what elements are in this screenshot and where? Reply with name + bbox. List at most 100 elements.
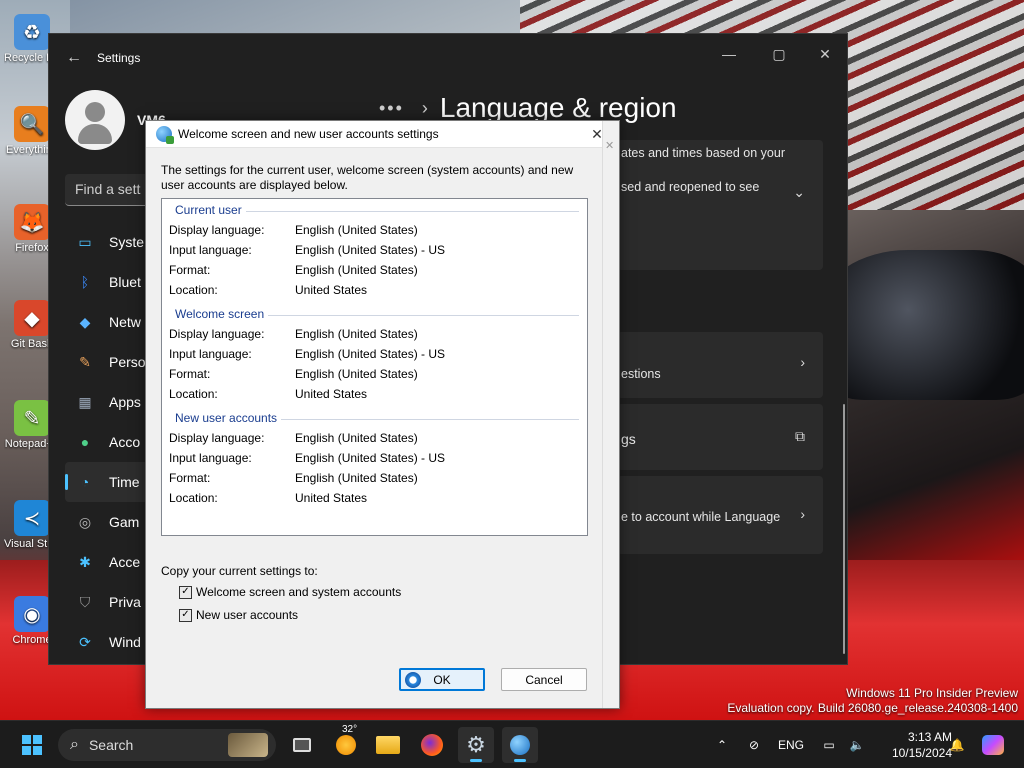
task-view-button[interactable] [284,727,320,763]
scrollbar[interactable] [843,404,845,654]
display-network-icon: ▭ [823,738,835,752]
setting-value: United States [295,387,368,401]
sidebar-item-label: Time [109,474,140,490]
setting-value: English (United States) - US [295,243,446,257]
file-explorer-button[interactable] [370,727,406,763]
checkbox-check-icon[interactable]: ✓ [179,585,192,599]
setting-key: Location: [169,283,218,297]
gear-icon: ⚙ [466,732,486,757]
sidebar-item-label: Apps [109,394,141,410]
time-language-icon: ◔ [80,474,90,490]
network-disconnected-icon: ⊘ [748,738,760,752]
network-status-button[interactable]: ⊘ [740,721,768,768]
dialog-title: Welcome screen and new user accounts set… [178,127,439,141]
network-icon: ◆ [79,313,91,330]
taskbar-search[interactable]: ⌕ Search [58,729,276,761]
chevron-right-icon: › [800,506,805,522]
setting-key: Format: [169,367,211,381]
chevron-right-icon: › [800,354,805,370]
input-language-button[interactable]: ENG [774,721,808,768]
search-label: Search [88,737,134,753]
settings-app-button[interactable]: ⚙ [458,727,494,763]
language-indicator: ENG [777,738,804,752]
maximize-button[interactable]: ▢ [759,40,799,68]
group-divider [246,315,579,316]
setting-key: Format: [169,471,211,485]
sidebar-item-label: Syste [109,234,145,250]
background-dialog-edge: ✕ [602,121,619,708]
dialog-titlebar: Welcome screen and new user accounts set… [146,121,619,148]
settings-summary-list: Current user Display language: English (Un… [161,198,588,536]
copilot-button[interactable] [978,721,1008,768]
copy-settings-label: Copy your current settings to: [161,564,318,578]
cancel-button[interactable]: Cancel [501,668,587,691]
weather-temp: 32° [340,724,360,735]
recycle-bin-icon: ♻ [14,14,50,50]
watermark-line2: Evaluation copy. Build 26080.ge_release.… [727,701,1018,715]
vscode-icon: ≺ [14,500,50,536]
network-button[interactable]: ▭ [816,721,842,768]
new-user-accounts-checkbox[interactable]: ✓ New user accounts [179,608,298,622]
setting-key: Input language: [169,451,252,465]
breadcrumb-more-icon[interactable]: ••• [379,98,404,119]
sidebar-item-label: Wind [109,634,141,650]
suggestions-card[interactable]: estions › [617,332,823,398]
card-text: sed and reopened to see [621,180,760,194]
notifications-button[interactable]: 🔔 [944,721,970,768]
close-button[interactable]: ✕ [805,40,845,68]
card-text: ates and times based on your [621,146,785,160]
dialog-intro-text: The settings for the current user, welco… [161,163,574,192]
chevron-down-icon[interactable]: ⌄ [793,184,805,201]
firefox-button[interactable] [414,727,450,763]
sidebar-item-label: Netw [109,314,141,330]
settings-title: Settings [97,51,141,65]
setting-value: United States [295,283,368,297]
group-header: New user accounts [175,411,282,425]
checkbox-check-icon[interactable]: ✓ [179,608,192,622]
card-text: e to account while Language [621,510,781,524]
account-language-card[interactable]: e to account while Language › [617,476,823,554]
group-header: Current user [175,203,246,217]
welcome-screen-checkbox[interactable]: ✓ Welcome screen and system accounts [179,585,401,599]
accounts-icon: ● [80,434,90,450]
weather-sun-icon [336,735,356,755]
checkbox-label: Welcome screen and system accounts [196,585,402,599]
bell-icon: 🔔 [949,738,965,752]
folder-icon [376,736,400,754]
group-header: Welcome screen [175,307,269,321]
card-text: gs [621,431,636,447]
setting-value: English (United States) [295,223,418,237]
admin-settings-card[interactable]: gs ⧉ [617,404,823,470]
show-hidden-icons-button[interactable]: ⌃ [710,721,734,768]
background-close-icon: ✕ [605,140,615,152]
gaming-icon: ◎ [78,513,92,530]
volume-button[interactable]: 🔈 [844,721,870,768]
back-arrow-icon[interactable]: ← [63,47,85,69]
card-text: estions [621,367,661,381]
windows-logo-icon [22,735,42,755]
task-view-icon [293,738,311,752]
minimize-button[interactable]: — [709,40,749,68]
search-highlight-image [228,733,268,757]
setting-value: English (United States) [295,327,418,341]
system-icon: ▭ [78,233,92,250]
notepadpp-icon: ✎ [14,400,50,436]
dialog-body: The settings for the current user, welco… [147,148,602,708]
region-card[interactable]: ates and times based on your sed and reo… [617,140,823,270]
personalization-icon: ✎ [79,353,91,370]
setting-value: United States [295,491,368,505]
loading-spinner-icon [405,672,421,688]
apps-icon: ▦ [78,393,92,410]
sidebar-item-label: Perso [109,354,146,370]
setting-key: Format: [169,263,211,277]
region-globe-icon [510,735,530,755]
volume-muted-icon: 🔈 [849,738,865,752]
setting-value: English (United States) [295,263,418,277]
ok-button[interactable]: OK [399,668,485,691]
setting-key: Location: [169,387,218,401]
open-external-icon: ⧉ [795,428,805,444]
start-button[interactable] [14,727,50,763]
welcome-screen-settings-dialog: Welcome screen and new user accounts set… [145,120,620,709]
clock[interactable]: 3:13 AM 10/15/2024 [872,729,952,761]
region-app-button[interactable] [502,727,538,763]
